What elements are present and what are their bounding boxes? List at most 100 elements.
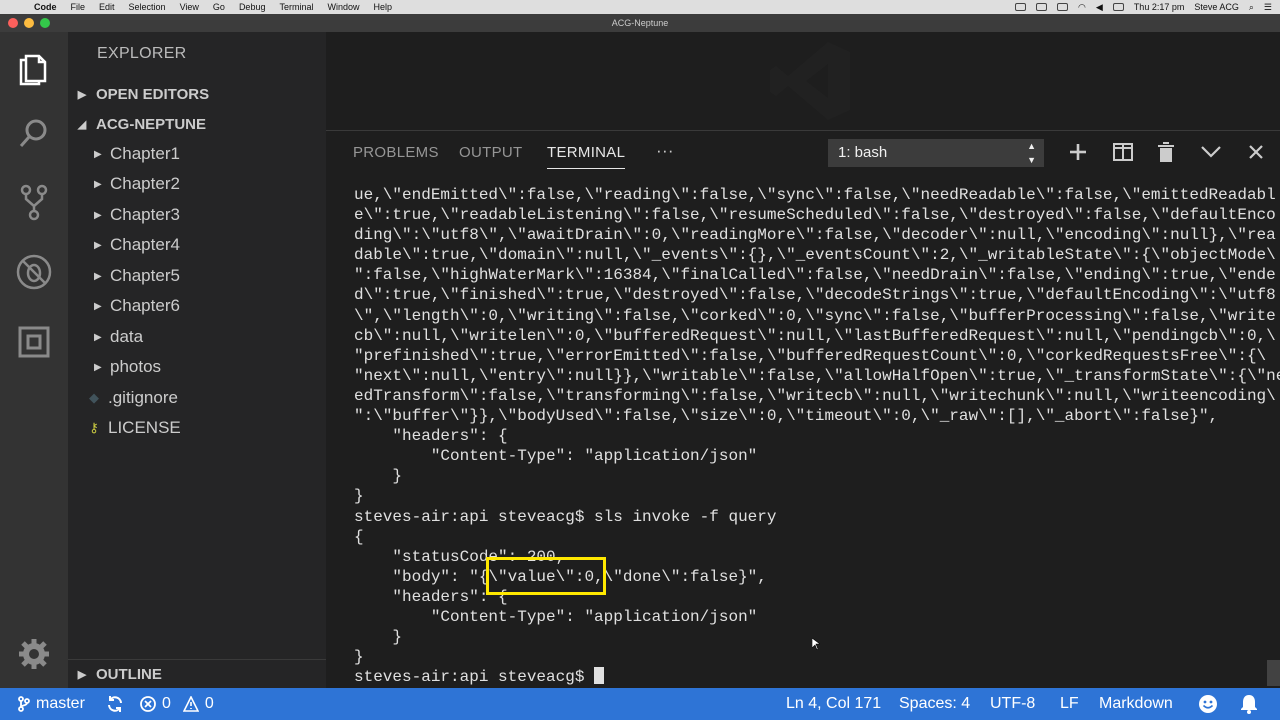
notifications-button[interactable] <box>1240 688 1258 720</box>
menu-view[interactable]: View <box>180 2 199 12</box>
close-panel-icon[interactable] <box>1244 140 1268 164</box>
terminal-panel: PROBLEMS OUTPUT TERMINAL ··· 1: bash ▲ ▼ … <box>326 130 1280 689</box>
cursor-position[interactable]: Ln 4, Col 171 <box>786 688 881 720</box>
menu-window[interactable]: Window <box>327 2 359 12</box>
terminal-line: ":\"buffer\"}},\"bodyUsed\":false,\"size… <box>354 407 1219 426</box>
terminal-cursor <box>594 667 605 685</box>
activity-bar <box>0 32 68 688</box>
sync-button[interactable] <box>106 688 124 720</box>
line-ending[interactable]: LF <box>1060 688 1079 720</box>
tree-item-label: Chapter2 <box>110 174 180 193</box>
tree-item-label: data <box>110 327 144 346</box>
minimize-window-icon[interactable] <box>24 18 34 28</box>
menu-terminal[interactable]: Terminal <box>279 2 313 12</box>
tree-item-label: Chapter5 <box>110 266 180 285</box>
chevron-right-icon: ▶ <box>94 331 102 343</box>
user-name[interactable]: Steve ACG <box>1194 2 1239 12</box>
screen-icon[interactable] <box>1015 3 1027 11</box>
source-control-icon[interactable] <box>0 174 68 230</box>
editor-area[interactable] <box>326 32 1280 130</box>
terminal-prompt: steves-air:api steveacg$ <box>354 668 595 687</box>
open-editors-section[interactable]: ▶ OPEN EDITORS <box>68 80 326 108</box>
debug-icon[interactable] <box>0 244 68 300</box>
settings-gear-icon[interactable] <box>0 626 68 682</box>
split-terminal-icon[interactable] <box>1111 140 1135 164</box>
terminal-select-value: 1: bash <box>838 144 888 161</box>
git-file-icon: ◆ <box>89 390 99 405</box>
project-section[interactable]: ◢ ACG-NEPTUNE <box>68 110 326 138</box>
terminal-scrollbar[interactable] <box>1267 660 1280 686</box>
branch-indicator[interactable]: master <box>18 688 85 720</box>
menu-file[interactable]: File <box>71 2 86 12</box>
terminal-select[interactable]: 1: bash ▲ ▼ <box>828 139 1044 167</box>
tree-folder-photos[interactable]: ▶ photos <box>68 352 326 382</box>
tree-folder-chapter3[interactable]: ▶ Chapter3 <box>68 200 326 230</box>
display-icon[interactable] <box>1036 3 1048 11</box>
tree-file-gitignore[interactable]: ◆ .gitignore <box>68 383 326 413</box>
tab-problems[interactable]: PROBLEMS <box>353 144 439 161</box>
tree-folder-chapter5[interactable]: ▶ Chapter5 <box>68 261 326 291</box>
tree-item-label: Chapter6 <box>110 296 180 315</box>
wifi-icon[interactable]: ◠ <box>1078 2 1086 13</box>
new-terminal-icon[interactable] <box>1066 140 1090 164</box>
indentation[interactable]: Spaces: 4 <box>899 688 970 720</box>
terminal-line: { <box>354 527 364 546</box>
menu-app-name[interactable]: Code <box>34 2 57 12</box>
menu-debug[interactable]: Debug <box>239 2 266 12</box>
terminal-line: dable\":true,\"domain\":null,\"_events\"… <box>354 246 1276 265</box>
search-icon[interactable]: ⌕ <box>1249 2 1254 13</box>
terminal-output[interactable]: ue,\"endEmitted\":false,\"reading\":fals… <box>354 185 1280 687</box>
terminal-line: } <box>354 467 403 486</box>
panel-tabs: PROBLEMS OUTPUT TERMINAL ··· 1: bash ▲ ▼ <box>326 131 1280 175</box>
window-title: ACG-Neptune <box>611 18 669 28</box>
terminal-line: ding\":\"utf8\",\"awaitDrain\":0,\"readi… <box>354 226 1276 245</box>
maximize-panel-icon[interactable] <box>1199 140 1223 164</box>
tree-folder-chapter1[interactable]: ▶ Chapter1 <box>68 139 326 169</box>
tree-folder-data[interactable]: ▶ data <box>68 322 326 352</box>
tree-item-label: .gitignore <box>108 388 178 407</box>
menu-edit[interactable]: Edit <box>99 2 115 12</box>
language-mode[interactable]: Markdown <box>1099 688 1173 720</box>
terminal-line: } <box>354 648 364 667</box>
terminal-line: } <box>354 487 364 506</box>
vscode-watermark-icon <box>770 42 850 120</box>
terminal-line: cb\":null,\"writelen\":0,\"bufferedReque… <box>354 326 1276 345</box>
window-icon[interactable] <box>1057 3 1069 11</box>
tree-folder-chapter2[interactable]: ▶ Chapter2 <box>68 169 326 199</box>
more-actions-icon[interactable]: ··· <box>656 141 674 161</box>
tree-file-license[interactable]: ⚷ LICENSE <box>68 413 326 443</box>
chevron-right-icon: ▶ <box>94 209 102 221</box>
chevron-right-icon: ▶ <box>77 88 87 101</box>
tree-item-label: Chapter3 <box>110 205 180 224</box>
problems-indicator[interactable]: 0 0 <box>140 688 214 720</box>
chevron-right-icon: ▶ <box>77 668 87 681</box>
status-bar: master 0 0 Ln 4, Col 171 Spaces: 4 UTF-8… <box>0 688 1280 720</box>
outline-section[interactable]: ▶ OUTLINE <box>68 659 326 688</box>
menu-selection[interactable]: Selection <box>129 2 166 12</box>
extensions-icon[interactable] <box>0 314 68 370</box>
close-window-icon[interactable] <box>8 18 18 28</box>
list-icon[interactable]: ☰ <box>1264 2 1272 13</box>
tree-folder-chapter4[interactable]: ▶ Chapter4 <box>68 230 326 260</box>
terminal-line: steves-air:api steveacg$ sls invoke -f q… <box>354 507 777 526</box>
tab-output[interactable]: OUTPUT <box>459 144 522 161</box>
bell-icon <box>1241 695 1257 714</box>
tree-folder-chapter6[interactable]: ▶ Chapter6 <box>68 291 326 321</box>
tree-item-label: photos <box>110 357 162 376</box>
tree-item-label: Chapter4 <box>110 235 180 254</box>
explorer-activity-icon[interactable] <box>0 40 68 96</box>
zoom-window-icon[interactable] <box>40 18 50 28</box>
open-editors-label: OPEN EDITORS <box>96 85 210 103</box>
menu-go[interactable]: Go <box>213 2 225 12</box>
volume-icon[interactable]: ◀ <box>1096 2 1103 13</box>
chevron-right-icon: ▶ <box>94 270 102 282</box>
clock-text[interactable]: Thu 2:17 pm <box>1134 2 1185 12</box>
battery-icon[interactable] <box>1112 3 1124 11</box>
tab-terminal[interactable]: TERMINAL <box>547 144 626 169</box>
file-encoding[interactable]: UTF-8 <box>990 688 1035 720</box>
feedback-button[interactable] <box>1198 688 1218 720</box>
terminal-line: edTransform\":false,\"transforming\":fal… <box>354 386 1276 405</box>
search-activity-icon[interactable] <box>0 106 68 162</box>
menu-help[interactable]: Help <box>374 2 393 12</box>
trash-icon[interactable] <box>1154 140 1178 164</box>
